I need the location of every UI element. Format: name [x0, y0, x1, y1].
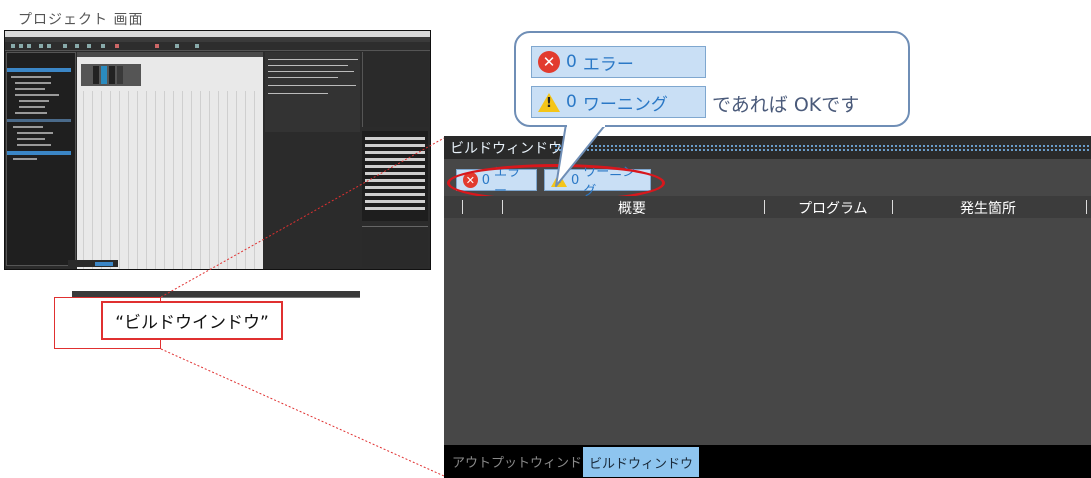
callout-error-badge: ✕ 0 エラー	[531, 46, 706, 78]
callout-warning-badge: ! 0 ワーニング	[531, 86, 706, 118]
callout-error-count: 0	[566, 52, 577, 72]
callout-warning-label: ワーニング	[582, 94, 668, 115]
error-x-icon: ✕	[538, 51, 560, 73]
callout-bubble: ✕ 0 エラー ! 0 ワーニング であれば OKです	[514, 31, 910, 127]
warning-triangle-icon: !	[538, 92, 560, 112]
callout-warning-count: 0	[566, 92, 577, 112]
callout-error-label: エラー	[582, 54, 634, 75]
callout-ok-text: であれば OKです	[712, 94, 860, 116]
